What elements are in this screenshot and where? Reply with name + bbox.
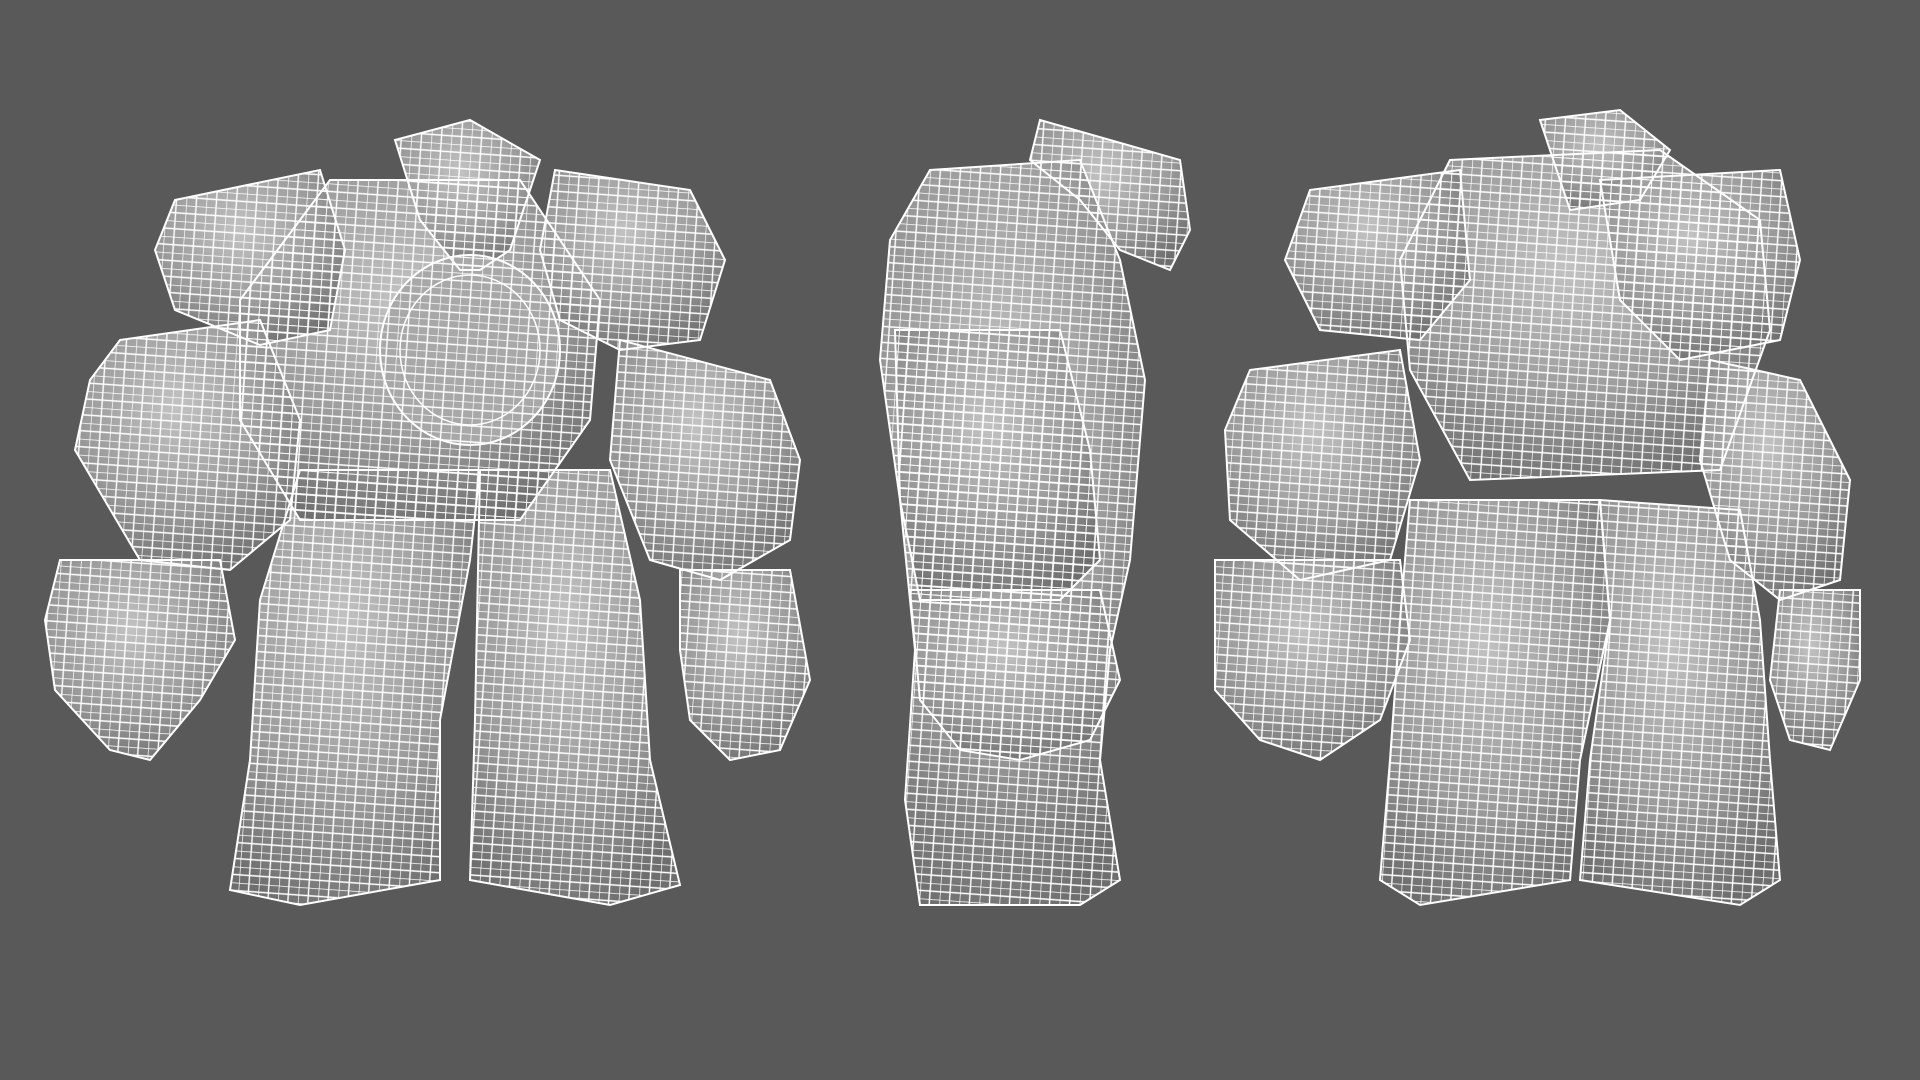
wireframe-scene — [0, 0, 1920, 1080]
render-viewport — [0, 0, 1920, 1080]
